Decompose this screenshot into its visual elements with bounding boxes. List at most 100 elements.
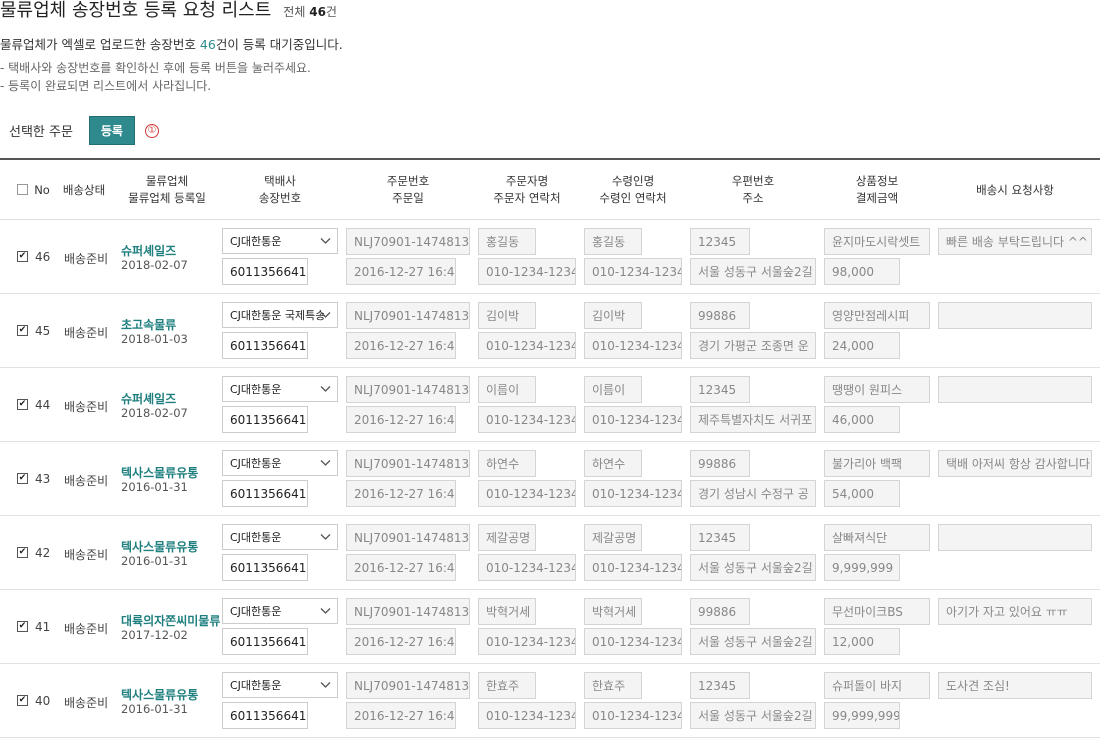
product-info-field[interactable]: 영양만점레시피	[824, 302, 930, 329]
order-date-field[interactable]: 2016-12-27 16:44	[346, 702, 456, 729]
orderer-name-field[interactable]: 김이박	[478, 302, 536, 329]
logistics-company-link[interactable]: 텍사스물류유통	[121, 538, 198, 555]
zip-code-field[interactable]: 99886	[690, 450, 750, 477]
receiver-phone-field[interactable]: 010-1234-1234	[584, 702, 682, 729]
order-date-field[interactable]: 2016-12-27 16:44	[346, 480, 456, 507]
row-checkbox[interactable]: ✔	[17, 695, 28, 706]
receiver-name-field[interactable]: 한효주	[584, 672, 642, 699]
receiver-phone-field[interactable]: 010-1234-1234	[584, 258, 682, 285]
courier-select[interactable]: CJ대한통운	[222, 376, 338, 402]
product-info-field[interactable]: 땡땡이 원피스	[824, 376, 930, 403]
delivery-request-field[interactable]	[938, 376, 1092, 403]
logistics-company-link[interactable]: 텍사스물류유통	[121, 464, 198, 481]
zip-code-field[interactable]: 12345	[690, 672, 750, 699]
order-number-field[interactable]: NLJ70901-14748136	[346, 228, 470, 255]
delivery-request-field[interactable]: 도사견 조심!	[938, 672, 1092, 699]
orderer-name-field[interactable]: 박혁거세	[478, 598, 536, 625]
receiver-name-field[interactable]: 이름이	[584, 376, 642, 403]
tracking-number-input[interactable]: 6011356641	[222, 628, 308, 655]
orderer-name-field[interactable]: 한효주	[478, 672, 536, 699]
address-field[interactable]: 경기 성남시 수정구 공	[690, 480, 816, 507]
order-number-field[interactable]: NLJ70901-14748136	[346, 598, 470, 625]
courier-select[interactable]: CJ대한통운	[222, 524, 338, 550]
courier-select[interactable]: CJ대한통운	[222, 672, 338, 698]
zip-code-field[interactable]: 12345	[690, 376, 750, 403]
select-all-checkbox[interactable]	[17, 184, 28, 195]
tracking-number-input[interactable]: 6011356641	[222, 554, 308, 581]
receiver-phone-field[interactable]: 010-1234-1234	[584, 628, 682, 655]
order-number-field[interactable]: NLJ70901-14748136	[346, 302, 470, 329]
courier-select[interactable]: CJ대한통운	[222, 228, 338, 254]
orderer-name-field[interactable]: 이름이	[478, 376, 536, 403]
payment-amount-field[interactable]: 12,000	[824, 628, 900, 655]
orderer-phone-field[interactable]: 010-1234-1234	[478, 406, 576, 433]
delivery-request-field[interactable]	[938, 524, 1092, 551]
receiver-name-field[interactable]: 제갈공명	[584, 524, 642, 551]
delivery-request-field[interactable]: 아기가 자고 있어요 ㅠㅠ	[938, 598, 1092, 625]
order-date-field[interactable]: 2016-12-27 16:44	[346, 406, 456, 433]
zip-code-field[interactable]: 99886	[690, 302, 750, 329]
product-info-field[interactable]: 슈퍼돌이 바지	[824, 672, 930, 699]
courier-select[interactable]: CJ대한통운	[222, 450, 338, 476]
product-info-field[interactable]: 윤지마도시락셋트	[824, 228, 930, 255]
tracking-number-input[interactable]: 6011356641	[222, 406, 308, 433]
payment-amount-field[interactable]: 99,999,999	[824, 702, 900, 729]
zip-code-field[interactable]: 12345	[690, 524, 750, 551]
order-date-field[interactable]: 2016-12-27 16:44	[346, 332, 456, 359]
row-checkbox[interactable]: ✔	[17, 621, 28, 632]
tracking-number-input[interactable]: 6011356641	[222, 480, 308, 507]
address-field[interactable]: 제주특별자치도 서귀포	[690, 406, 816, 433]
address-field[interactable]: 서울 성동구 서울숲2길	[690, 628, 816, 655]
payment-amount-field[interactable]: 9,999,999	[824, 554, 900, 581]
order-number-field[interactable]: NLJ70901-14748136	[346, 672, 470, 699]
delivery-request-field[interactable]: 빠른 배송 부탁드립니다 ^^	[938, 228, 1092, 255]
receiver-name-field[interactable]: 박혁거세	[584, 598, 642, 625]
orderer-phone-field[interactable]: 010-1234-1234	[478, 258, 576, 285]
logistics-company-link[interactable]: 초고속물류	[121, 316, 176, 333]
order-date-field[interactable]: 2016-12-27 16:44	[346, 258, 456, 285]
order-number-field[interactable]: NLJ70901-14748136	[346, 524, 470, 551]
orderer-phone-field[interactable]: 010-1234-1234	[478, 702, 576, 729]
address-field[interactable]: 서울 성동구 서울숲2길	[690, 554, 816, 581]
zip-code-field[interactable]: 99886	[690, 598, 750, 625]
order-number-field[interactable]: NLJ70901-14748136	[346, 376, 470, 403]
payment-amount-field[interactable]: 98,000	[824, 258, 900, 285]
delivery-request-field[interactable]: 택배 아저씨 항상 감사합니다~	[938, 450, 1092, 477]
logistics-company-link[interactable]: 슈퍼셰일즈	[121, 390, 176, 407]
courier-select[interactable]: CJ대한통운 국제특송	[222, 302, 338, 328]
orderer-name-field[interactable]: 홍길동	[478, 228, 536, 255]
row-checkbox[interactable]: ✔	[17, 325, 28, 336]
orderer-name-field[interactable]: 제갈공명	[478, 524, 536, 551]
product-info-field[interactable]: 살빠져식단	[824, 524, 930, 551]
address-field[interactable]: 경기 가평군 조종면 운	[690, 332, 816, 359]
receiver-name-field[interactable]: 김이박	[584, 302, 642, 329]
payment-amount-field[interactable]: 24,000	[824, 332, 900, 359]
receiver-phone-field[interactable]: 010-1234-1234	[584, 332, 682, 359]
tracking-number-input[interactable]: 6011356641	[222, 702, 308, 729]
orderer-phone-field[interactable]: 010-1234-1234	[478, 332, 576, 359]
receiver-name-field[interactable]: 하연수	[584, 450, 642, 477]
row-checkbox[interactable]: ✔	[17, 251, 28, 262]
address-field[interactable]: 서울 성동구 서울숲2길	[690, 258, 816, 285]
order-number-field[interactable]: NLJ70901-14748136	[346, 450, 470, 477]
receiver-phone-field[interactable]: 010-1234-1234	[584, 554, 682, 581]
logistics-company-link[interactable]: 대륙의자쫀씨미물류	[121, 612, 220, 629]
orderer-name-field[interactable]: 하연수	[478, 450, 536, 477]
tracking-number-input[interactable]: 6011356641	[222, 258, 308, 285]
product-info-field[interactable]: 무선마이크BS	[824, 598, 930, 625]
payment-amount-field[interactable]: 54,000	[824, 480, 900, 507]
tracking-number-input[interactable]: 6011356641	[222, 332, 308, 359]
product-info-field[interactable]: 불가리아 백팩	[824, 450, 930, 477]
row-checkbox[interactable]: ✔	[17, 473, 28, 484]
receiver-phone-field[interactable]: 010-1234-1234	[584, 480, 682, 507]
register-button[interactable]: 등록	[88, 116, 135, 145]
order-date-field[interactable]: 2016-12-27 16:44	[346, 554, 456, 581]
orderer-phone-field[interactable]: 010-1234-1234	[478, 554, 576, 581]
logistics-company-link[interactable]: 텍사스물류유통	[121, 686, 198, 703]
orderer-phone-field[interactable]: 010-1234-1234	[478, 628, 576, 655]
address-field[interactable]: 서울 성동구 서울숲2길	[690, 702, 816, 729]
receiver-name-field[interactable]: 홍길동	[584, 228, 642, 255]
zip-code-field[interactable]: 12345	[690, 228, 750, 255]
row-checkbox[interactable]: ✔	[17, 399, 28, 410]
orderer-phone-field[interactable]: 010-1234-1234	[478, 480, 576, 507]
